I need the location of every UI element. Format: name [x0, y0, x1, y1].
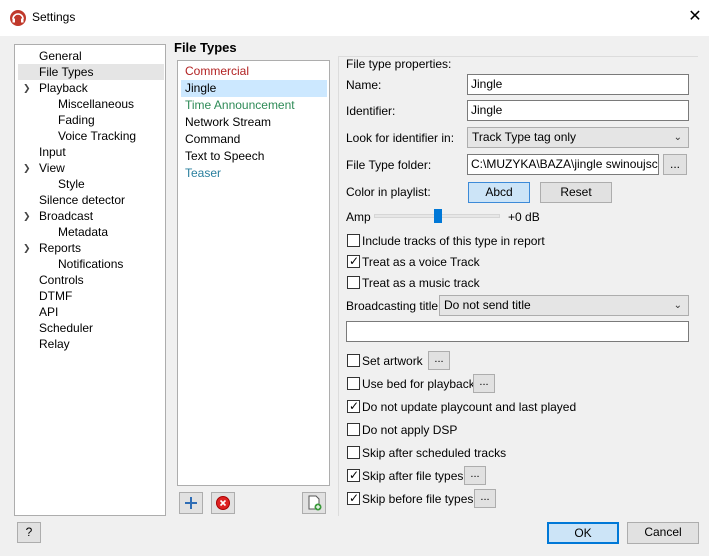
- set-artwork-options-button[interactable]: ...: [428, 351, 450, 370]
- headphones-icon: [10, 10, 26, 26]
- checkmark-icon: ✓: [349, 254, 360, 268]
- tree-item-scheduler[interactable]: Scheduler: [39, 320, 93, 336]
- tree-item-metadata[interactable]: Metadata: [58, 224, 108, 240]
- tree-item-broadcast[interactable]: Broadcast: [39, 208, 93, 224]
- skip-after-file-types-checkbox[interactable]: ✓: [347, 468, 360, 482]
- tree-item-notifications[interactable]: Notifications: [58, 256, 123, 272]
- skip-before-file-types-checkbox[interactable]: ✓: [347, 491, 360, 505]
- list-item-command[interactable]: Command: [181, 131, 327, 148]
- checkmark-icon: ✓: [349, 468, 360, 482]
- remove-icon: [216, 496, 230, 510]
- broadcasting-title-label: Broadcasting title:: [346, 299, 442, 313]
- no-playcount-label: Do not update playcount and last played: [362, 400, 577, 414]
- checkmark-icon: ✓: [349, 399, 360, 413]
- list-item-teaser[interactable]: Teaser: [181, 165, 327, 182]
- title-bar: [0, 0, 709, 36]
- tree-item-fading[interactable]: Fading: [58, 112, 95, 128]
- identifier-label: Identifier:: [346, 104, 396, 118]
- tree-item-voice-tracking[interactable]: Voice Tracking: [58, 128, 136, 144]
- skip-after-file-types-button[interactable]: ...: [464, 466, 486, 485]
- use-bed-label: Use bed for playback: [362, 377, 475, 391]
- reset-color-button[interactable]: Reset: [540, 182, 612, 203]
- tree-item-style[interactable]: Style: [58, 176, 85, 192]
- look-for-identifier-select[interactable]: Track Type tag only ⌄: [467, 127, 689, 148]
- chevron-down-icon: ⌄: [673, 300, 682, 311]
- cancel-button[interactable]: Cancel: [627, 522, 699, 544]
- identifier-field[interactable]: Jingle: [467, 100, 689, 121]
- ok-button[interactable]: OK: [547, 522, 619, 544]
- folder-browse-button[interactable]: ...: [663, 154, 687, 175]
- use-bed-checkbox[interactable]: [347, 377, 360, 390]
- plus-icon: [185, 497, 197, 509]
- no-playcount-checkbox[interactable]: ✓: [347, 399, 360, 413]
- chevron-down-icon[interactable]: ❯: [23, 240, 35, 256]
- color-in-playlist-label: Color in playlist:: [346, 185, 431, 199]
- tree-item-miscellaneous[interactable]: Miscellaneous: [58, 96, 134, 112]
- tree-item-file-types[interactable]: File Types: [18, 64, 164, 80]
- broadcasting-title-select[interactable]: Do not send title ⌄: [439, 295, 689, 316]
- help-button[interactable]: ?: [17, 522, 41, 543]
- name-label: Name:: [346, 78, 382, 92]
- amp-slider-thumb[interactable]: [434, 209, 442, 223]
- tree-item-silence-detector[interactable]: Silence detector: [39, 192, 125, 208]
- look-for-identifier-label: Look for identifier in:: [346, 131, 455, 145]
- tree-item-view[interactable]: View: [39, 160, 65, 176]
- include-in-report-label: Include tracks of this type in report: [362, 234, 545, 248]
- chevron-down-icon[interactable]: ❯: [23, 80, 35, 96]
- close-icon[interactable]: ✕: [683, 6, 707, 30]
- music-track-label: Treat as a music track: [362, 276, 480, 290]
- chevron-down-icon[interactable]: ❯: [23, 160, 35, 176]
- list-item-network-stream[interactable]: Network Stream: [181, 114, 327, 131]
- chevron-down-icon: ⌄: [673, 132, 682, 143]
- voice-track-label: Treat as a voice Track: [362, 255, 480, 269]
- skip-before-file-types-label: Skip before file types: [362, 492, 474, 506]
- remove-file-type-button[interactable]: [211, 492, 235, 514]
- copy-icon: [308, 495, 322, 511]
- broadcasting-title-custom-field[interactable]: [346, 321, 689, 342]
- amp-value: +0 dB: [508, 210, 540, 224]
- no-dsp-label: Do not apply DSP: [362, 423, 458, 437]
- skip-before-file-types-button[interactable]: ...: [474, 489, 496, 508]
- skip-after-file-types-label: Skip after file types: [362, 469, 464, 483]
- file-type-folder-field[interactable]: C:\MUZYKA\BAZA\jingle swinoujscie\SW: [467, 154, 659, 175]
- skip-after-scheduled-checkbox[interactable]: [347, 446, 360, 459]
- use-bed-options-button[interactable]: ...: [473, 374, 495, 393]
- tree-item-relay[interactable]: Relay: [39, 336, 70, 352]
- skip-after-scheduled-label: Skip after scheduled tracks: [362, 446, 507, 460]
- music-track-checkbox[interactable]: [347, 276, 360, 289]
- amp-label: Amp: [346, 210, 371, 224]
- chevron-down-icon[interactable]: ❯: [23, 208, 35, 224]
- add-file-type-button[interactable]: [179, 492, 203, 514]
- include-in-report-checkbox[interactable]: [347, 234, 360, 247]
- tree-item-playback[interactable]: Playback: [39, 80, 88, 96]
- color-sample-button[interactable]: Abcd: [468, 182, 530, 203]
- list-item-jingle[interactable]: Jingle: [181, 80, 327, 97]
- file-types-heading: File Types: [174, 40, 237, 55]
- list-item-commercial[interactable]: Commercial: [181, 63, 327, 80]
- tree-item-reports[interactable]: Reports: [39, 240, 81, 256]
- name-field[interactable]: Jingle: [467, 74, 689, 95]
- copy-file-type-button[interactable]: [302, 492, 326, 514]
- properties-group-title: File type properties:: [346, 57, 452, 71]
- list-item-time-announcement[interactable]: Time Announcement: [181, 97, 327, 114]
- checkmark-icon: ✓: [349, 491, 360, 505]
- tree-item-general[interactable]: General: [39, 48, 82, 64]
- no-dsp-checkbox[interactable]: [347, 423, 360, 436]
- tree-item-api[interactable]: API: [39, 304, 58, 320]
- tree-item-dtmf[interactable]: DTMF: [39, 288, 72, 304]
- file-types-list[interactable]: Commercial Jingle Time Announcement Netw…: [177, 60, 330, 486]
- tree-item-controls[interactable]: Controls: [39, 272, 84, 288]
- window-title: Settings: [32, 10, 76, 24]
- list-item-text-to-speech[interactable]: Text to Speech: [181, 148, 327, 165]
- file-type-folder-label: File Type folder:: [346, 158, 432, 172]
- set-artwork-checkbox[interactable]: [347, 354, 360, 367]
- voice-track-checkbox[interactable]: ✓: [347, 254, 360, 268]
- set-artwork-label: Set artwork: [362, 354, 423, 368]
- tree-item-input[interactable]: Input: [39, 144, 66, 160]
- settings-tree[interactable]: General File Types ❯ Playback Miscellane…: [14, 44, 166, 516]
